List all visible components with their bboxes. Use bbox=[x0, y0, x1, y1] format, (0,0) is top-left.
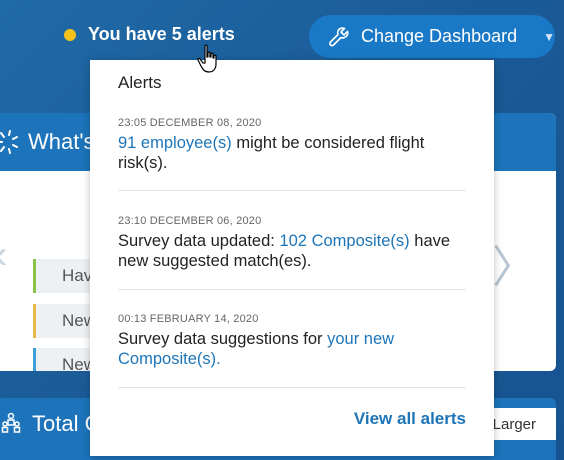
alert-message: Survey data updated: 102 Composite(s) ha… bbox=[118, 231, 466, 271]
change-dashboard-label: Change Dashboard bbox=[361, 26, 518, 46]
change-dashboard-button[interactable]: Change Dashboard ▼ bbox=[309, 15, 555, 58]
larger-button[interactable]: Larger bbox=[486, 408, 556, 440]
alert-timestamp: 23:05 DECEMBER 08, 2020 bbox=[118, 117, 262, 129]
alerts-panel-title: Alerts bbox=[118, 73, 162, 92]
alert-item: 00:13 FEBRUARY 14, 2020 Survey data sugg… bbox=[118, 313, 466, 369]
news-item-label: Hav bbox=[62, 266, 93, 285]
alerts-dropdown: Alerts 23:05 DECEMBER 08, 2020 91 employ… bbox=[90, 60, 494, 456]
whats-new-title: What's bbox=[28, 129, 95, 154]
alert-item: 23:10 DECEMBER 06, 2020 Survey data upda… bbox=[118, 215, 466, 271]
chevron-down-icon: ▼ bbox=[543, 29, 555, 44]
hand-pointer-icon bbox=[197, 44, 217, 73]
alert-text: Survey data suggestions for bbox=[118, 330, 328, 348]
alert-message: 91 employee(s) might be considered fligh… bbox=[118, 133, 466, 173]
wrench-icon bbox=[329, 26, 349, 46]
people-icon bbox=[1, 412, 21, 433]
alert-link[interactable]: 91 employee(s) bbox=[118, 134, 232, 152]
alert-link[interactable]: 102 Composite(s) bbox=[279, 232, 409, 250]
larger-button-label: Larger bbox=[492, 415, 536, 433]
alert-text: Survey data updated: bbox=[118, 232, 280, 250]
divider bbox=[118, 387, 466, 388]
divider bbox=[118, 190, 466, 191]
alerts-trigger[interactable]: You have 5 alerts bbox=[64, 24, 235, 45]
alert-message: Survey data suggestions for your new Com… bbox=[118, 329, 466, 369]
alerts-count-label: You have 5 alerts bbox=[88, 24, 235, 44]
burst-icon bbox=[0, 130, 18, 154]
chevron-right-icon[interactable]: 〉 bbox=[492, 231, 536, 295]
view-all-alerts-link[interactable]: View all alerts bbox=[354, 409, 466, 429]
alert-item: 23:05 DECEMBER 08, 2020 91 employee(s) m… bbox=[118, 117, 466, 173]
alert-status-dot bbox=[64, 28, 76, 41]
alert-timestamp: 00:13 FEBRUARY 14, 2020 bbox=[118, 313, 259, 325]
alert-timestamp: 23:10 DECEMBER 06, 2020 bbox=[118, 215, 262, 227]
divider bbox=[118, 289, 466, 290]
chevron-left-icon[interactable]: ‹ bbox=[0, 233, 7, 278]
